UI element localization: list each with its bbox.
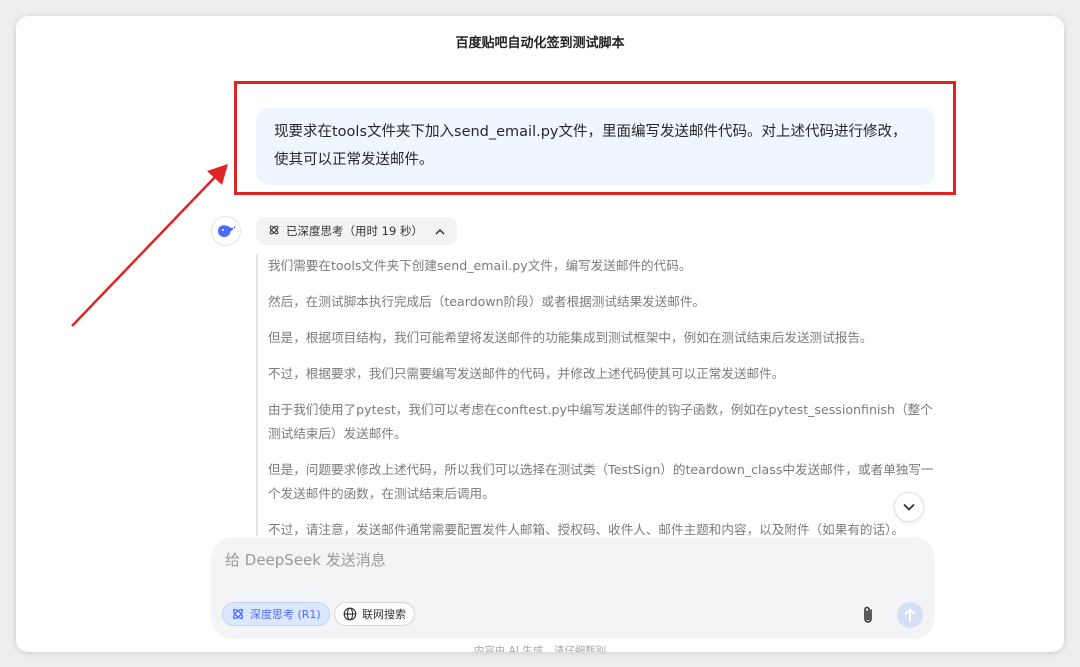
annotation-arrow — [71, 164, 228, 327]
